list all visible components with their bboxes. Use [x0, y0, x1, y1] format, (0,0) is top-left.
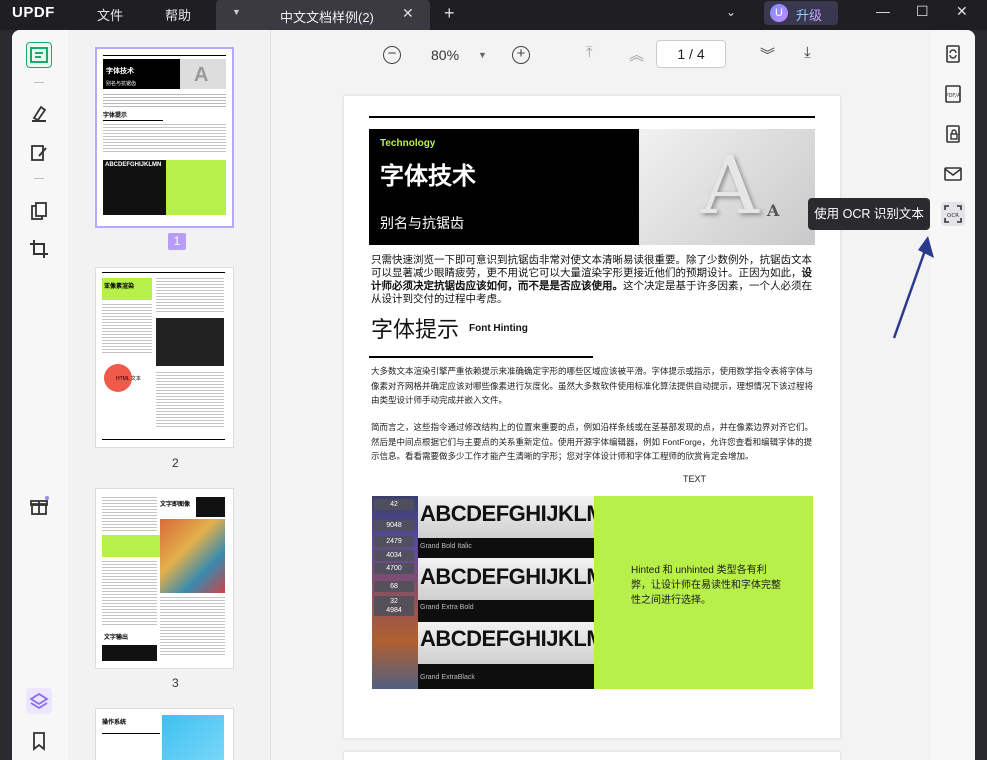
- zoom-in-button[interactable]: +: [512, 46, 530, 64]
- app-logo: UPDF: [12, 4, 55, 21]
- page-thumbnail-2[interactable]: 亚像素渲染 HTML 文本: [95, 267, 234, 448]
- new-tab-button[interactable]: +: [444, 3, 455, 24]
- paragraph-2: 大多数文本渲染引擎严重依赖提示来准确确定字形的哪些区域应该被平滑。字体提示或指示…: [371, 366, 814, 405]
- protect-icon[interactable]: [941, 122, 965, 146]
- figure-row-number: 42: [374, 499, 414, 510]
- next-page-icon[interactable]: ︾: [760, 44, 775, 65]
- upgrade-button[interactable]: U 升级: [764, 1, 838, 25]
- zoom-out-button[interactable]: −: [383, 46, 401, 64]
- upgrade-label: 升级: [796, 5, 822, 24]
- organize-pages-icon[interactable]: [26, 198, 52, 224]
- title-bar: UPDF 文件 帮助 ▼ 中文文档样例(2) ✕ + ⌄ U 升级 — ☐ ✕: [0, 0, 987, 30]
- thumb4-title: 操作系统: [102, 720, 127, 726]
- figure-row-text: ABCDEFGHIJKLMNO: [420, 564, 594, 589]
- figure-caption: TEXT: [683, 474, 707, 484]
- right-toolbar: PDF/A OCR: [931, 30, 975, 760]
- convert-icon[interactable]: [941, 42, 965, 66]
- pdf-page: A A Technology 字体技术 别名与抗锯齿 只需快速浏览一下即可意识到…: [344, 96, 840, 738]
- mail-icon[interactable]: [941, 162, 965, 186]
- tab-title: 中文文档样例(2): [280, 10, 374, 25]
- menu-file[interactable]: 文件: [97, 5, 123, 24]
- avatar: U: [770, 4, 788, 22]
- maximize-button[interactable]: ☐: [916, 3, 929, 20]
- ocr-icon[interactable]: OCR: [941, 202, 965, 226]
- divider: [34, 82, 44, 83]
- page-thumbnail-3[interactable]: 文字即图像 文字输出: [95, 488, 234, 669]
- previous-page-icon[interactable]: ︽: [629, 44, 644, 65]
- ocr-tooltip: 使用 OCR 识别文本: [808, 198, 930, 230]
- gift-icon[interactable]: [26, 493, 52, 519]
- zoom-dropdown-icon[interactable]: ▼: [478, 50, 487, 60]
- figure-row-number: 4700: [374, 563, 414, 574]
- document-tab[interactable]: ▼ 中文文档样例(2) ✕: [216, 0, 430, 30]
- thumb3-output: 文字输出: [104, 635, 129, 641]
- page-label-2: 2: [172, 456, 179, 470]
- tab-dropdown-icon[interactable]: ▼: [232, 7, 241, 17]
- document-title: 字体技术: [380, 163, 476, 190]
- figure-row-label: Grand Bold Italic: [420, 543, 472, 550]
- figure-row-label: Grand Extra Bold: [420, 604, 474, 611]
- banner-tag: Technology: [380, 138, 436, 149]
- thumb3-title: 文字即图像: [160, 502, 191, 508]
- document-viewer: − 80% ▼ + ⤒ ︽ 1 / 4 ︾ ⤓ A A Technology 字…: [271, 30, 931, 760]
- banner-image: A A: [639, 129, 815, 245]
- page-thumbnail-1[interactable]: 字体技术 别名与抗锯齿 A 字体提示 ABCDEFGHIJKLMN: [95, 47, 234, 228]
- pdf-a-icon[interactable]: PDF/A: [941, 82, 965, 106]
- figure-row-number: 9048: [374, 520, 414, 531]
- thumb2-title: 亚像素渲染: [104, 284, 135, 290]
- bookmark-icon[interactable]: [26, 728, 52, 754]
- figure-row-number: 68: [374, 581, 414, 592]
- reader-mode-icon[interactable]: [26, 42, 52, 68]
- svg-text:PDF/A: PDF/A: [946, 93, 961, 99]
- figure-image: 42 ABCDEFGHIJKLMNO 9048 2479 4034 Grand Bold …: [372, 496, 594, 689]
- thumbnail-panel: 字体技术 别名与抗锯齿 A 字体提示 ABCDEFGHIJKLMN 1 亚像素渲…: [68, 30, 271, 760]
- tab-close-icon[interactable]: ✕: [402, 5, 414, 22]
- figure-row-text: ABCDEFGHIJKLMNO: [420, 626, 594, 651]
- document-subtitle: 别名与抗锯齿: [380, 215, 464, 231]
- layers-icon[interactable]: [26, 688, 52, 714]
- thumb-title: 字体技术: [106, 68, 134, 75]
- highlighter-icon[interactable]: [26, 100, 52, 126]
- paragraph-1: 只需快速浏览一下即可意识到抗锯齿非常对使文本清晰易读很重要。除了少数例外，抗锯齿…: [371, 254, 812, 305]
- page-label-3: 3: [172, 676, 179, 690]
- section-heading-en: Font Hinting: [469, 323, 528, 334]
- page-number-input[interactable]: 1 / 4: [656, 40, 726, 68]
- page-label-1: 1: [168, 233, 186, 250]
- svg-text:OCR: OCR: [947, 213, 959, 219]
- thumb-subtitle: 别名与抗锯齿: [106, 81, 137, 87]
- paragraph-3: 简而言之，这些指令通过修改结构上的位置来重要的点，例如沿样条线或在茎基部发现的点…: [371, 422, 814, 461]
- figure-row-number: 2479: [374, 536, 414, 547]
- menu-help[interactable]: 帮助: [165, 5, 191, 24]
- figure-row-label: Grand ExtraBlack: [420, 674, 475, 681]
- figure-row-number: 4984: [374, 605, 414, 616]
- first-page-icon[interactable]: ⤒: [586, 44, 593, 61]
- chevron-down-icon[interactable]: ⌄: [726, 5, 736, 19]
- thumb-heading: 字体提示: [103, 113, 128, 119]
- left-toolbar: [12, 30, 68, 760]
- main-area: 字体技术 别名与抗锯齿 A 字体提示 ABCDEFGHIJKLMN 1 亚像素渲…: [12, 30, 975, 760]
- edit-pdf-icon[interactable]: [26, 140, 52, 166]
- figure-row-number: 4034: [374, 550, 414, 561]
- section-heading: 字体提示: [371, 317, 460, 342]
- zoom-level[interactable]: 80%: [431, 47, 459, 63]
- page-thumbnail-4[interactable]: 操作系统: [95, 708, 234, 760]
- last-page-icon[interactable]: ⤓: [804, 44, 811, 61]
- minimize-button[interactable]: —: [876, 3, 890, 19]
- close-window-button[interactable]: ✕: [956, 3, 968, 20]
- divider: [34, 178, 44, 179]
- thumb-figure-text: ABCDEFGHIJKLMN: [105, 162, 162, 168]
- pointer-arrow-icon: [892, 236, 934, 339]
- thumb2-html: HTML 文本: [116, 376, 141, 382]
- pdf-page-2-edge: [344, 752, 840, 760]
- figure-green-panel: Hinted 和 unhinted 类型各有利弊，让设计师在易读性和字体完整性之…: [594, 496, 813, 689]
- figure-green-text: Hinted 和 unhinted 类型各有利弊，让设计师在易读性和字体完整性之…: [631, 565, 781, 606]
- figure-row-text: ABCDEFGHIJKLMNO: [420, 501, 594, 526]
- crop-icon[interactable]: [26, 236, 52, 262]
